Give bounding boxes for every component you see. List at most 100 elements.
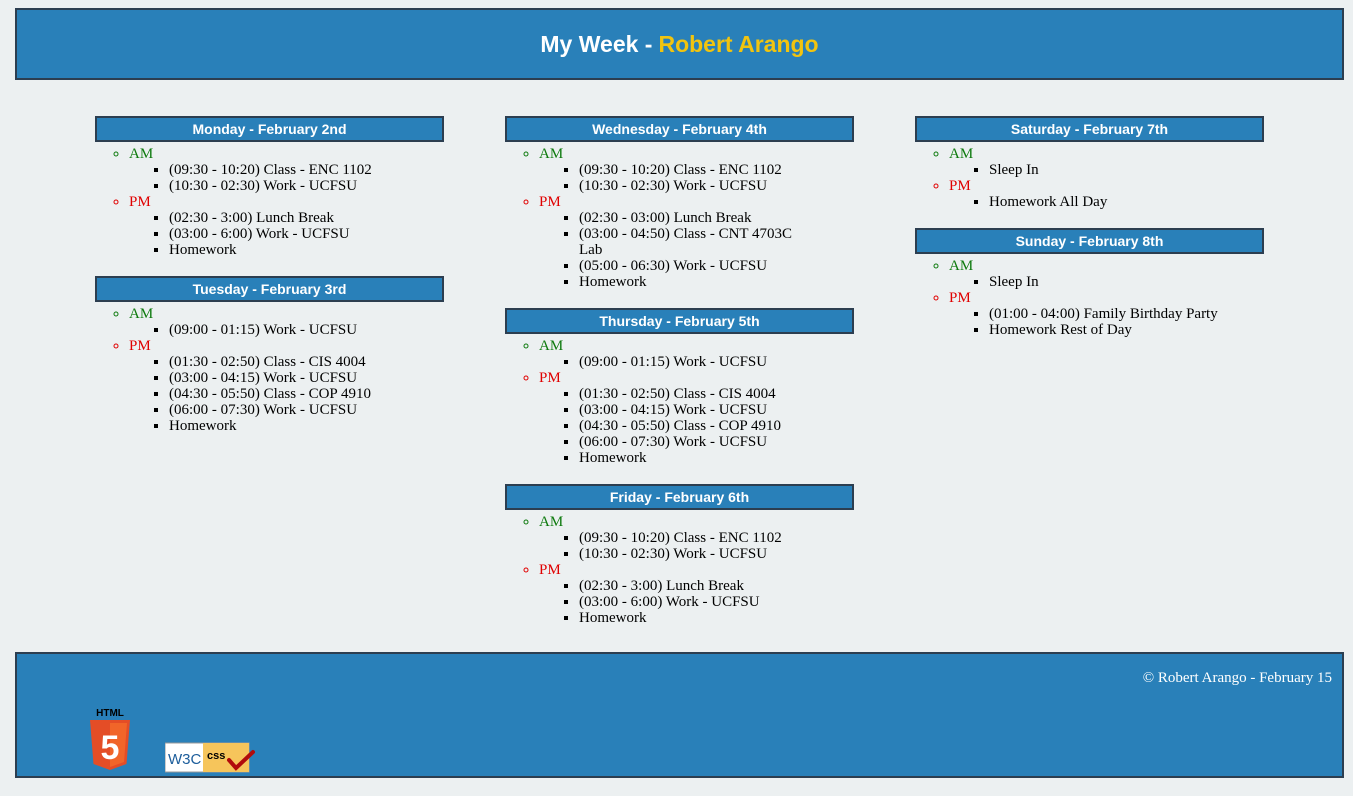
header-author-name: Robert Arango xyxy=(658,30,819,57)
schedule-item: Sleep In xyxy=(989,162,1219,178)
period-pm: PM(02:30 - 3:00) Lunch Break(03:00 - 6:0… xyxy=(129,194,444,258)
schedule-list: (02:30 - 3:00) Lunch Break(03:00 - 6:00)… xyxy=(539,578,854,626)
day-section: Thursday - February 5th AM (09:00 - 01:15)… xyxy=(505,308,854,466)
schedule-item: (02:30 - 03:00) Lunch Break xyxy=(579,210,809,226)
period-list: AM(09:00 - 01:15) Work - UCFSUPM(01:30 -… xyxy=(95,306,444,434)
period-list: AMSleep InPM(01:00 - 04:00) Family Birth… xyxy=(915,258,1264,338)
css-text: css xyxy=(207,750,225,762)
period-pm: PM(01:30 - 02:50) Class - CIS 4004(03:00… xyxy=(129,338,444,434)
period-list: AM(09:00 - 01:15) Work - UCFSUPM(01:30 -… xyxy=(505,338,854,466)
schedule-list: (01:30 - 02:50) Class - CIS 4004(03:00 -… xyxy=(539,386,854,466)
day-section: Monday - February 2ndAM(09:30 - 10:20) C… xyxy=(95,116,444,258)
period-label: PM xyxy=(949,178,971,194)
copyright-text: © Robert Arango - February 15 xyxy=(1142,670,1332,686)
day-title: Thursday - February 5th xyxy=(505,308,854,334)
schedule-item: (10:30 - 02:30) Work - UCFSU xyxy=(579,546,809,562)
schedule-item: (03:00 - 6:00) Work - UCFSU xyxy=(169,226,399,242)
day-title: Sunday - February 8th xyxy=(915,228,1264,254)
schedule-list: (09:30 - 10:20) Class - ENC 1102(10:30 -… xyxy=(129,162,444,194)
period-label: PM xyxy=(129,338,151,354)
schedule-list: (02:30 - 3:00) Lunch Break(03:00 - 6:00)… xyxy=(129,210,444,258)
schedule-item: (03:00 - 04:15) Work - UCFSU xyxy=(579,402,809,418)
period-pm: PM Homework All Day xyxy=(949,178,1264,210)
schedule-item: (03:00 - 04:15) Work - UCFSU xyxy=(169,370,399,386)
schedule-item: (06:00 - 07:30) Work - UCFSU xyxy=(169,402,399,418)
schedule-item: (05:00 - 06:30) Work - UCFSU xyxy=(579,258,809,274)
schedule-item: (09:30 - 10:20) Class - ENC 1102 xyxy=(579,530,809,546)
period-am: AM Sleep In xyxy=(949,258,1264,290)
schedule-item: (09:30 - 10:20) Class - ENC 1102 xyxy=(579,162,809,178)
w3c-css-valid-icon[interactable]: W3C css xyxy=(165,742,257,774)
day-title: Monday - February 2nd xyxy=(95,116,444,142)
period-am: AM(09:30 - 10:20) Class - ENC 1102(10:30… xyxy=(539,514,854,562)
schedule-item: (04:30 - 05:50) Class - COP 4910 xyxy=(169,386,399,402)
schedule-item: Homework xyxy=(579,274,809,290)
column-1: Monday - February 2ndAM(09:30 - 10:20) C… xyxy=(95,116,444,452)
schedule-item: (03:00 - 04:50) Class - CNT 4703C Lab xyxy=(579,226,809,258)
schedule-item: Homework xyxy=(579,610,809,626)
schedule-list: (02:30 - 03:00) Lunch Break(03:00 - 04:5… xyxy=(539,210,854,290)
schedule-list: Homework All Day xyxy=(949,194,1264,210)
schedule-item: Homework All Day xyxy=(989,194,1219,210)
period-label: AM xyxy=(129,146,154,162)
schedule-list: (09:00 - 01:15) Work - UCFSU xyxy=(129,322,444,338)
schedule-list: (09:30 - 10:20) Class - ENC 1102(10:30 -… xyxy=(539,162,854,194)
period-label: AM xyxy=(539,146,564,162)
schedule-item: (10:30 - 02:30) Work - UCFSU xyxy=(579,178,809,194)
schedule-list: (09:30 - 10:20) Class - ENC 1102(10:30 -… xyxy=(539,530,854,562)
period-list: AM(09:30 - 10:20) Class - ENC 1102(10:30… xyxy=(505,514,854,626)
column-3: Saturday - February 7th AM Sleep In PM Homew… xyxy=(915,116,1264,356)
schedule-item: Homework xyxy=(169,418,399,434)
schedule-item: Homework xyxy=(169,242,399,258)
schedule-item: (01:00 - 04:00) Family Birthday Party xyxy=(989,306,1219,322)
schedule-item: (02:30 - 3:00) Lunch Break xyxy=(169,210,399,226)
period-am: AM Sleep In xyxy=(949,146,1264,178)
period-am: AM(09:30 - 10:20) Class - ENC 1102(10:30… xyxy=(129,146,444,194)
schedule-item: Homework xyxy=(579,450,809,466)
schedule-item: (10:30 - 02:30) Work - UCFSU xyxy=(169,178,399,194)
day-title: Friday - February 6th xyxy=(505,484,854,510)
schedule-list: (09:00 - 01:15) Work - UCFSU xyxy=(539,354,854,370)
period-list: AM(09:30 - 10:20) Class - ENC 1102(10:30… xyxy=(95,146,444,258)
day-section: Tuesday - February 3rd AM (09:00 - 01:15) … xyxy=(95,276,444,434)
schedule-item: (04:30 - 05:50) Class - COP 4910 xyxy=(579,418,809,434)
html5-logo-icon[interactable]: HTML 5 xyxy=(87,706,133,772)
schedule-item: (02:30 - 3:00) Lunch Break xyxy=(579,578,809,594)
period-pm: PM(01:30 - 02:50) Class - CIS 4004(03:00… xyxy=(539,370,854,466)
schedule-item: (01:30 - 02:50) Class - CIS 4004 xyxy=(579,386,809,402)
schedule-list: (01:30 - 02:50) Class - CIS 4004(03:00 -… xyxy=(129,354,444,434)
page-footer: © Robert Arango - February 15 HTML 5 W3C… xyxy=(15,652,1344,778)
schedule-list: (01:00 - 04:00) Family Birthday PartyHom… xyxy=(949,306,1264,338)
day-section: Friday - February 6thAM(09:30 - 10:20) C… xyxy=(505,484,854,626)
schedule-item: Homework Rest of Day xyxy=(989,322,1219,338)
period-label: PM xyxy=(539,370,561,386)
schedule-item: (01:30 - 02:50) Class - CIS 4004 xyxy=(169,354,399,370)
period-am: AM(09:30 - 10:20) Class - ENC 1102(10:30… xyxy=(539,146,854,194)
day-section: Saturday - February 7th AM Sleep In PM Homew… xyxy=(915,116,1264,210)
schedule-list: Sleep In xyxy=(949,162,1264,178)
day-section: Wednesday - February 4thAM(09:30 - 10:20… xyxy=(505,116,854,290)
schedule-item: (09:00 - 01:15) Work - UCFSU xyxy=(579,354,809,370)
period-am: AM (09:00 - 01:15) Work - UCFSU xyxy=(539,338,854,370)
schedule-item: (09:00 - 01:15) Work - UCFSU xyxy=(169,322,399,338)
period-label: PM xyxy=(539,194,561,210)
html5-badge-text: HTML xyxy=(96,708,124,719)
period-pm: PM(02:30 - 3:00) Lunch Break(03:00 - 6:0… xyxy=(539,562,854,626)
period-label: PM xyxy=(539,562,561,578)
column-2: Wednesday - February 4thAM(09:30 - 10:20… xyxy=(505,116,854,644)
schedule-item: (09:30 - 10:20) Class - ENC 1102 xyxy=(169,162,399,178)
period-label: AM xyxy=(539,514,564,530)
html5-badge-digit: 5 xyxy=(101,729,120,767)
period-label: PM xyxy=(129,194,151,210)
period-label: AM xyxy=(949,146,974,162)
period-pm: PM(01:00 - 04:00) Family Birthday PartyH… xyxy=(949,290,1264,338)
day-title: Saturday - February 7th xyxy=(915,116,1264,142)
day-title: Tuesday - February 3rd xyxy=(95,276,444,302)
period-list: AM Sleep In PM Homework All Day xyxy=(915,146,1264,210)
period-label: AM xyxy=(539,338,564,354)
period-am: AM (09:00 - 01:15) Work - UCFSU xyxy=(129,306,444,338)
period-list: AM(09:30 - 10:20) Class - ENC 1102(10:30… xyxy=(505,146,854,290)
day-title: Wednesday - February 4th xyxy=(505,116,854,142)
schedule-list: Sleep In xyxy=(949,274,1264,290)
page-header: My Week - Robert Arango xyxy=(15,8,1344,80)
